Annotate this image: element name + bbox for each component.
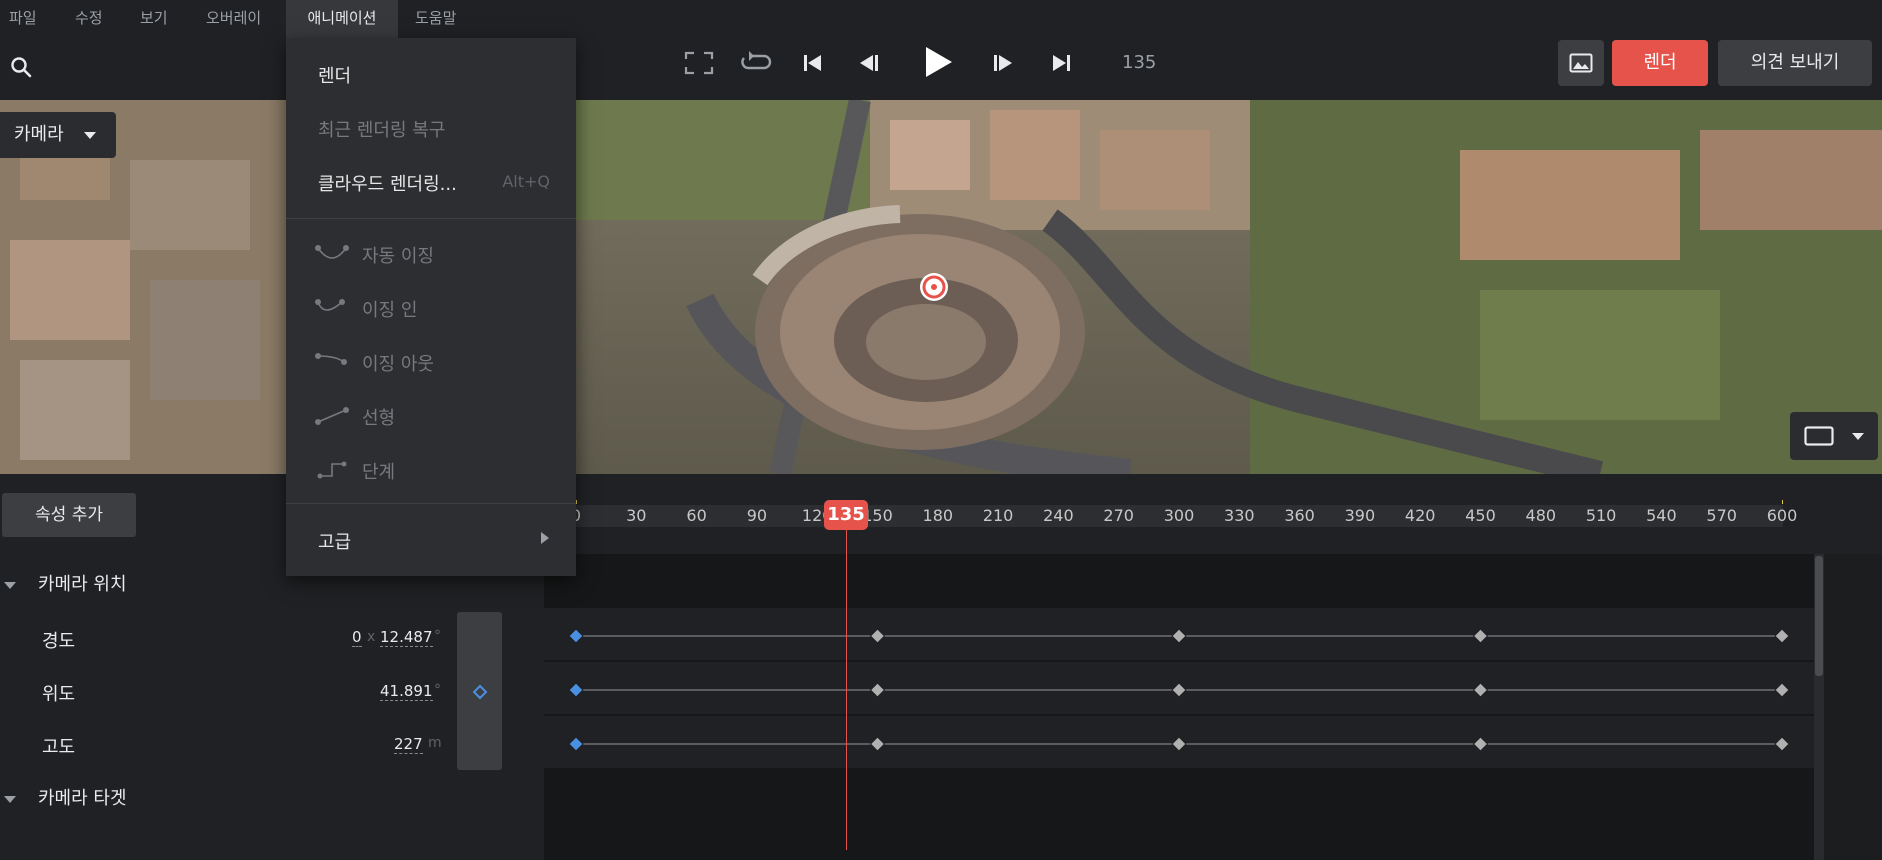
submenu-arrow-icon [538,528,552,548]
menu-item-step[interactable]: 단계 [362,458,395,484]
keyframe-marker[interactable] [869,628,886,644]
keyframe-marker[interactable] [1774,736,1790,752]
menu-item-restore-recent-render[interactable]: 최근 렌더링 복구 [318,116,445,142]
menu-divider [286,503,576,504]
keyframe-marker[interactable] [568,628,584,644]
menu-item-ease-out[interactable]: 이징 아웃 [362,350,434,376]
ease-in-icon [314,296,350,320]
playhead-frame-label[interactable]: 135 [824,500,868,530]
keyframe-marker[interactable] [869,736,886,752]
keyframe-layer [568,628,1790,752]
menu-divider [286,218,576,219]
auto-ease-icon [314,242,350,266]
keyframe-marker[interactable] [1171,682,1187,698]
keyframe-marker[interactable] [1171,736,1187,752]
keyframe-marker[interactable] [869,682,886,698]
linear-icon [314,404,350,428]
keyframe-marker[interactable] [1472,736,1489,752]
step-icon [314,458,350,482]
keyframe-marker[interactable] [1171,628,1187,644]
ease-out-icon [314,350,350,374]
menu-item-cloud-render[interactable]: 클라우드 렌더링... [318,170,457,196]
cloud-render-shortcut: Alt+Q [502,172,550,191]
menu-item-ease-in[interactable]: 이징 인 [362,296,417,322]
keyframe-marker[interactable] [568,682,584,698]
menu-item-render[interactable]: 렌더 [318,62,351,88]
keyframe-marker[interactable] [1774,628,1790,644]
keyframe-marker[interactable] [1472,682,1489,698]
keyframe-marker[interactable] [1774,682,1790,698]
menu-item-advanced[interactable]: 고급 [318,528,351,554]
keyframe-marker[interactable] [568,736,584,752]
animation-menu: 렌더 최근 렌더링 복구 클라우드 렌더링... Alt+Q 자동 이징 이징 … [286,38,576,576]
menu-item-linear[interactable]: 선형 [362,404,395,430]
keyframe-marker[interactable] [1472,628,1489,644]
timeline-scroll-thumb[interactable] [1815,556,1823,676]
playhead-line[interactable] [846,530,847,850]
menu-item-auto-ease[interactable]: 자동 이징 [362,242,434,268]
